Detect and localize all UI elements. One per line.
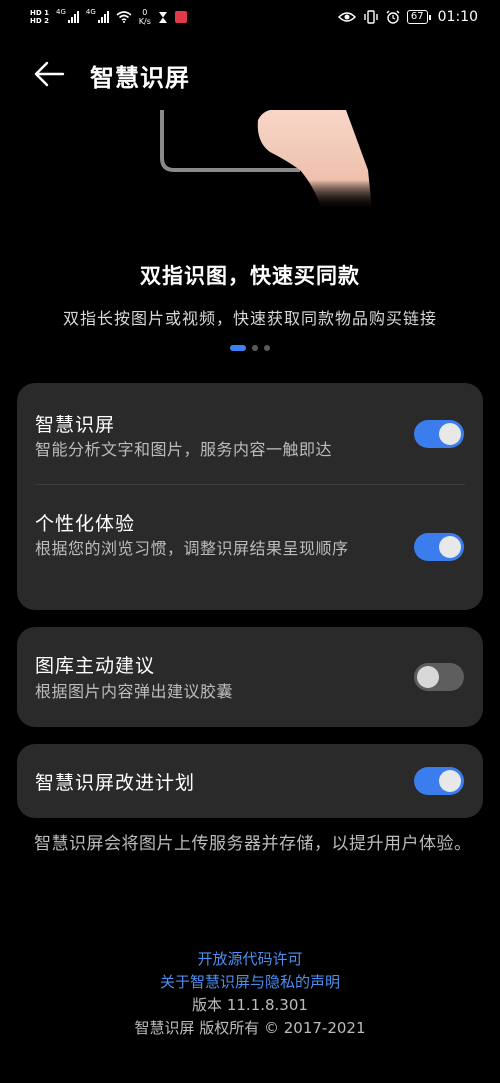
app-header: 智慧识屏: [0, 48, 500, 100]
feature-illustration: [0, 110, 500, 220]
network-type-1: 4G: [55, 8, 66, 16]
arrow-left-icon: [34, 61, 65, 87]
personalized-toggle[interactable]: [414, 533, 464, 561]
sim1-label: HD 1: [30, 9, 49, 17]
setting-desc: 根据图片内容弹出建议胶囊: [35, 682, 234, 701]
carousel-indicator[interactable]: [0, 345, 500, 351]
footer: 开放源代码许可 关于智慧识屏与隐私的声明 版本 11.1.8.301 智慧识屏 …: [0, 948, 500, 1040]
wifi-icon: [116, 11, 132, 23]
alarm-icon: [386, 10, 400, 24]
battery-icon: 67: [406, 10, 431, 24]
setting-row-gallery-suggest[interactable]: 图库主动建议 根据图片内容弹出建议胶囊: [17, 627, 483, 727]
hourglass-icon: [158, 11, 167, 23]
settings-card-3: 智慧识屏改进计划: [17, 744, 483, 818]
sim2-label: HD 2: [30, 17, 49, 25]
open-source-license-link[interactable]: 开放源代码许可: [0, 948, 500, 971]
carousel-dot-1[interactable]: [230, 345, 246, 351]
gallery-suggest-toggle[interactable]: [414, 663, 464, 691]
battery-level: 67: [406, 10, 428, 24]
signal-strength-icon-2: [97, 11, 109, 23]
version-label: 版本 11.1.8.301: [192, 996, 308, 1014]
app-notification-icon: [174, 11, 187, 23]
eye-comfort-icon: [337, 12, 356, 22]
hand-phone-illustration: [160, 110, 372, 210]
sim-indicators: HD 1 HD 2: [30, 9, 49, 25]
speed-unit: K/s: [138, 17, 151, 26]
carousel-dot-3[interactable]: [264, 345, 270, 351]
network-type-2: 4G: [85, 8, 96, 16]
settings-card-2: 图库主动建议 根据图片内容弹出建议胶囊: [17, 627, 483, 727]
banner-subtitle: 双指长按图片或视频，快速获取同款物品购买链接: [62, 309, 437, 328]
setting-title: 图库主动建议: [35, 655, 156, 677]
vibrate-icon: [364, 10, 378, 24]
setting-row-improvement-plan[interactable]: 智慧识屏改进计划: [17, 744, 483, 818]
status-time: 01:10: [437, 9, 478, 25]
back-button[interactable]: [32, 60, 66, 88]
status-bar-left: HD 1 HD 2 4G 4G 0 K/s: [30, 8, 187, 26]
setting-desc: 智能分析文字和图片，服务内容一触即达: [35, 440, 333, 459]
speed-value: 0: [142, 8, 148, 17]
smart-screen-toggle[interactable]: [414, 420, 464, 448]
status-bar-right: 67 01:10: [337, 9, 478, 25]
privacy-statement-link[interactable]: 关于智慧识屏与隐私的声明: [0, 971, 500, 994]
setting-row-personalized[interactable]: 个性化体验 根据您的浏览习惯，调整识屏结果呈现顺序: [17, 485, 483, 610]
carousel-dot-2[interactable]: [252, 345, 258, 351]
setting-row-smart-screen[interactable]: 智慧识屏 智能分析文字和图片，服务内容一触即达: [17, 383, 483, 483]
signal-strength-icon: [67, 11, 79, 23]
status-bar: HD 1 HD 2 4G 4G 0 K/s 67 01:10: [0, 0, 500, 34]
network-speed: 0 K/s: [139, 8, 151, 26]
page-title: 智慧识屏: [90, 64, 190, 92]
settings-card-1: 智慧识屏 智能分析文字和图片，服务内容一触即达 个性化体验 根据您的浏览习惯，调…: [17, 383, 483, 610]
setting-desc: 根据您的浏览习惯，调整识屏结果呈现顺序: [35, 539, 349, 558]
setting-title: 智慧识屏改进计划: [35, 772, 196, 794]
banner-title: 双指识图，快速买同款: [140, 264, 360, 288]
setting-title: 智慧识屏: [35, 414, 116, 436]
setting-title: 个性化体验: [35, 513, 136, 535]
privacy-note: 智慧识屏会将图片上传服务器并存储，以提升用户体验。: [34, 834, 472, 854]
improvement-plan-toggle[interactable]: [414, 767, 464, 795]
copyright-label: 智慧识屏 版权所有 © 2017-2021: [134, 1019, 366, 1037]
